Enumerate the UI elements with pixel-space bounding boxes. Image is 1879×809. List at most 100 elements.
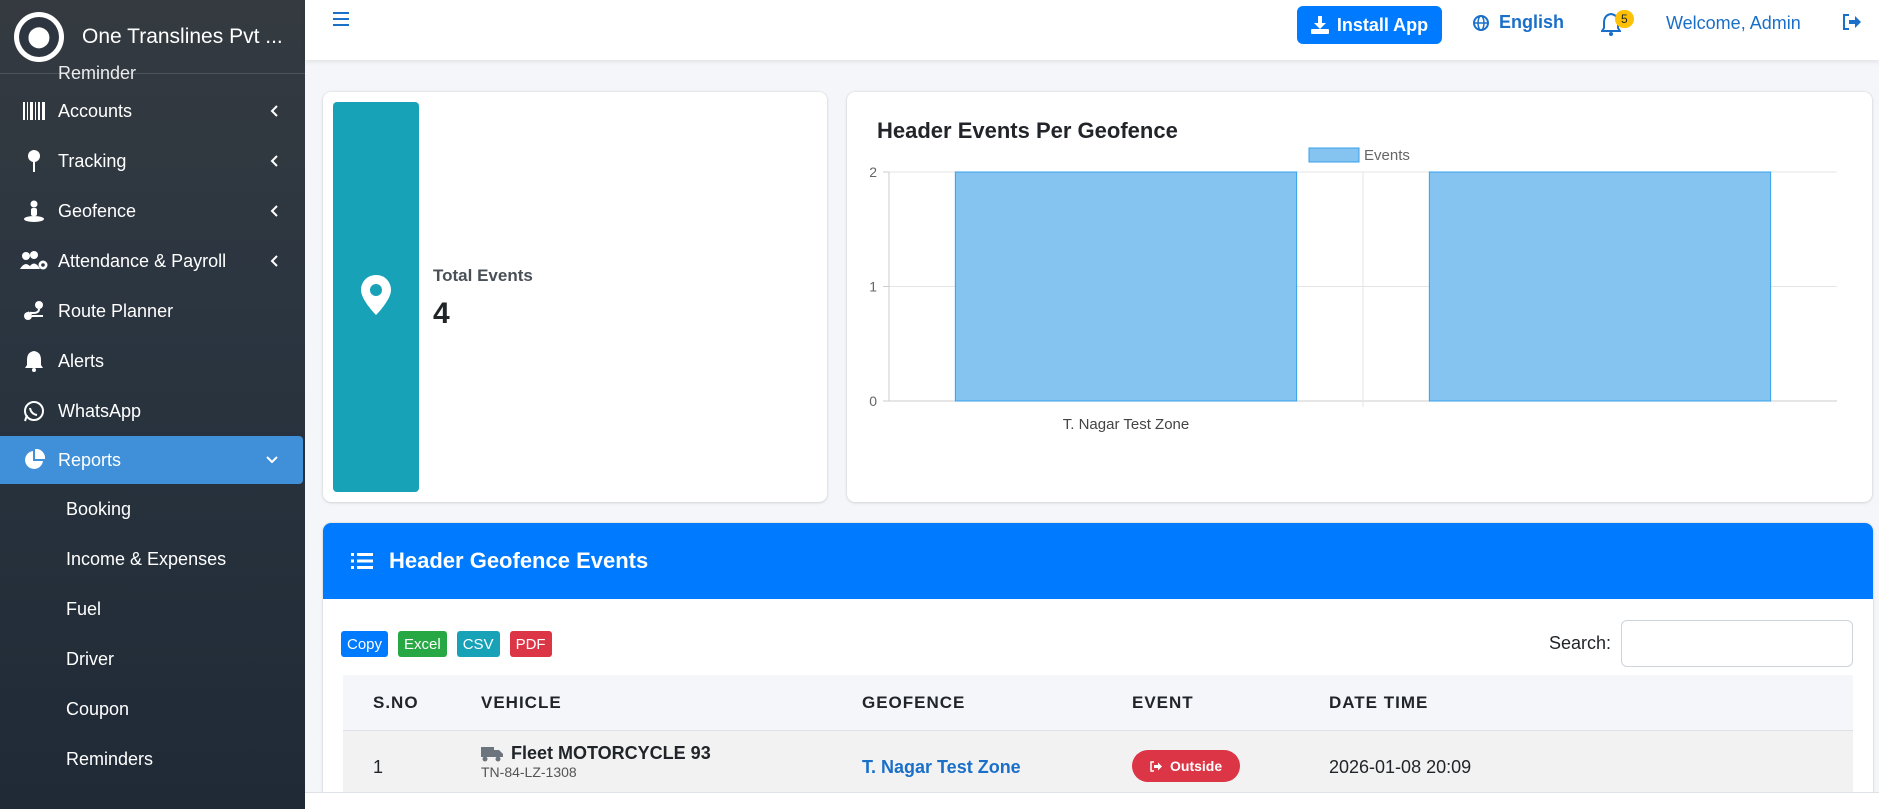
list-icon: [351, 552, 373, 570]
map-marker-icon: [361, 274, 391, 320]
csv-button[interactable]: CSV: [456, 631, 500, 657]
column-header-vehicle[interactable]: VEHICLE: [481, 693, 562, 713]
event-status-badge: Outside: [1132, 750, 1241, 782]
vehicle-name: Fleet MOTORCYCLE 93: [481, 743, 711, 764]
info-icon-box: [333, 102, 419, 492]
sidebar-item-reports[interactable]: Reports: [0, 436, 303, 484]
street-view-icon: [20, 199, 48, 223]
menu-toggle-icon[interactable]: [333, 12, 359, 32]
vehicle-plate: TN-84-LZ-1308: [481, 764, 577, 780]
events-bar-chart: Events 0 1 2 T. Nagar Test Zone: [869, 147, 1837, 433]
sidebar-subitem-income-expenses[interactable]: Income & Expenses: [0, 534, 305, 584]
sidebar-item-attendance-payroll[interactable]: Attendance & Payroll: [0, 236, 305, 286]
install-app-button[interactable]: Install App: [1297, 6, 1442, 44]
sidebar-nav: Reminder Accounts Tracking Geofence Atte…: [0, 52, 305, 784]
sidebar-item-tracking[interactable]: Tracking: [0, 136, 305, 186]
sidebar-subitem-reminders[interactable]: Reminders: [0, 734, 305, 784]
language-label: English: [1499, 12, 1565, 32]
sidebar-item-label: Reports: [58, 449, 122, 470]
export-buttons: Copy Excel CSV PDF: [341, 631, 552, 657]
geofence-link[interactable]: T. Nagar Test Zone: [862, 757, 1021, 778]
geofence-events-table-card: Header Geofence Events Copy Excel CSV PD…: [323, 523, 1873, 809]
sidebar-item-route-planner[interactable]: Route Planner: [0, 286, 305, 336]
cell-sno: 1: [373, 757, 384, 777]
event-status-label: Outside: [1170, 758, 1223, 774]
cell-event: Outside: [1132, 750, 1241, 782]
column-header-sno[interactable]: S.NO: [373, 693, 419, 713]
column-header-datetime[interactable]: DATE TIME: [1329, 693, 1428, 713]
search-label: Search:: [1549, 633, 1612, 653]
sidebar-item-label: Tracking: [58, 150, 127, 171]
chevron-left-icon: [265, 252, 283, 270]
y-tick-label: 0: [869, 393, 877, 409]
route-icon: [20, 60, 48, 84]
total-events-label: Total Events: [433, 266, 533, 285]
brand-name: One Translines Pvt ...: [82, 24, 283, 48]
copy-button[interactable]: Copy: [341, 631, 389, 657]
bar: [954, 171, 1298, 402]
y-tick-label: 2: [869, 164, 877, 180]
chart-title: Header Events Per Geofence: [877, 118, 1178, 143]
bell-icon: [20, 349, 48, 373]
sidebar-item-label: Geofence: [58, 200, 137, 221]
logout-icon[interactable]: [1843, 14, 1861, 35]
column-header-event[interactable]: EVENT: [1132, 693, 1194, 713]
barcode-icon: [20, 99, 48, 123]
sidebar-item-label: Attendance & Payroll: [58, 250, 227, 271]
table-head: S.NO VEHICLE GEOFENCE EVENT DATE TIME: [343, 675, 1853, 731]
pdf-button[interactable]: PDF: [509, 631, 552, 657]
bar: [1428, 171, 1772, 402]
sidebar-item-alerts[interactable]: Alerts: [0, 336, 305, 386]
sidebar-subitem-coupon[interactable]: Coupon: [0, 684, 305, 734]
globe-icon: [1473, 14, 1489, 31]
search-input[interactable]: [1621, 620, 1853, 667]
notification-count-badge: 5: [1615, 10, 1634, 28]
chevron-down-icon: [263, 451, 281, 469]
sidebar-item-label: Alerts: [58, 350, 105, 371]
sidebar-subitem-booking[interactable]: Booking: [0, 484, 305, 534]
cell-datetime: 2026-01-08 20:09: [1329, 757, 1472, 777]
whatsapp-icon: [20, 399, 48, 423]
topbar: Install App English 5 Welcome, Admin: [305, 0, 1879, 60]
sidebar-item-whatsapp[interactable]: WhatsApp: [0, 386, 305, 436]
sidebar-item-label: Reminder: [58, 63, 137, 83]
sidebar-item-label: Accounts: [58, 100, 133, 121]
y-tick-label: 1: [869, 279, 877, 295]
table-title: Header Geofence Events: [389, 548, 649, 573]
total-events-value: 4: [433, 297, 450, 330]
sidebar-item-accounts[interactable]: Accounts: [0, 86, 305, 136]
map-pin-icon: [20, 149, 48, 173]
chevron-left-icon: [265, 102, 283, 120]
column-header-geofence[interactable]: GEOFENCE: [862, 693, 965, 713]
excel-button[interactable]: Excel: [398, 631, 447, 657]
cell-vehicle: Fleet MOTORCYCLE 93 TN-84-LZ-1308: [481, 743, 711, 780]
sidebar-item-reminder-partial[interactable]: Reminder: [0, 52, 305, 86]
language-selector[interactable]: English: [1473, 12, 1564, 33]
chevron-left-icon: [265, 152, 283, 170]
users-cog-icon: [20, 249, 48, 273]
legend-swatch: [1308, 147, 1360, 163]
total-events-card: Total Events 4: [323, 92, 827, 502]
sign-out-icon: [1150, 760, 1162, 772]
install-app-label: Install App: [1336, 14, 1429, 35]
welcome-text[interactable]: Welcome, Admin: [1666, 13, 1801, 34]
pie-chart-icon: [20, 448, 48, 472]
table-row: 1 Fleet MOTORCYCLE 93 TN-84-LZ-1308 T. N…: [343, 731, 1853, 801]
chart-card: Header Events Per Geofence Events 0 1 2 T. N…: [847, 92, 1872, 502]
bottom-strip: [305, 792, 1879, 809]
vehicle-name-text: Fleet MOTORCYCLE 93: [511, 743, 711, 763]
sidebar: ⬤ One Translines Pvt ... Reminder Accoun…: [0, 0, 305, 809]
sidebar-item-geofence[interactable]: Geofence: [0, 186, 305, 236]
sidebar-item-label: Route Planner: [58, 300, 174, 321]
sidebar-subitem-driver[interactable]: Driver: [0, 634, 305, 684]
x-tick-label: T. Nagar Test Zone: [1063, 416, 1189, 433]
chevron-left-icon: [265, 202, 283, 220]
truck-icon: [481, 746, 503, 762]
route-icon: [20, 299, 48, 323]
download-icon: [1310, 16, 1329, 34]
sidebar-item-label: WhatsApp: [58, 400, 142, 421]
sidebar-subitem-fuel[interactable]: Fuel: [0, 584, 305, 634]
table-header: Header Geofence Events: [323, 523, 1873, 599]
notifications-button[interactable]: 5: [1600, 10, 1641, 40]
legend-label: Events: [1364, 147, 1410, 164]
